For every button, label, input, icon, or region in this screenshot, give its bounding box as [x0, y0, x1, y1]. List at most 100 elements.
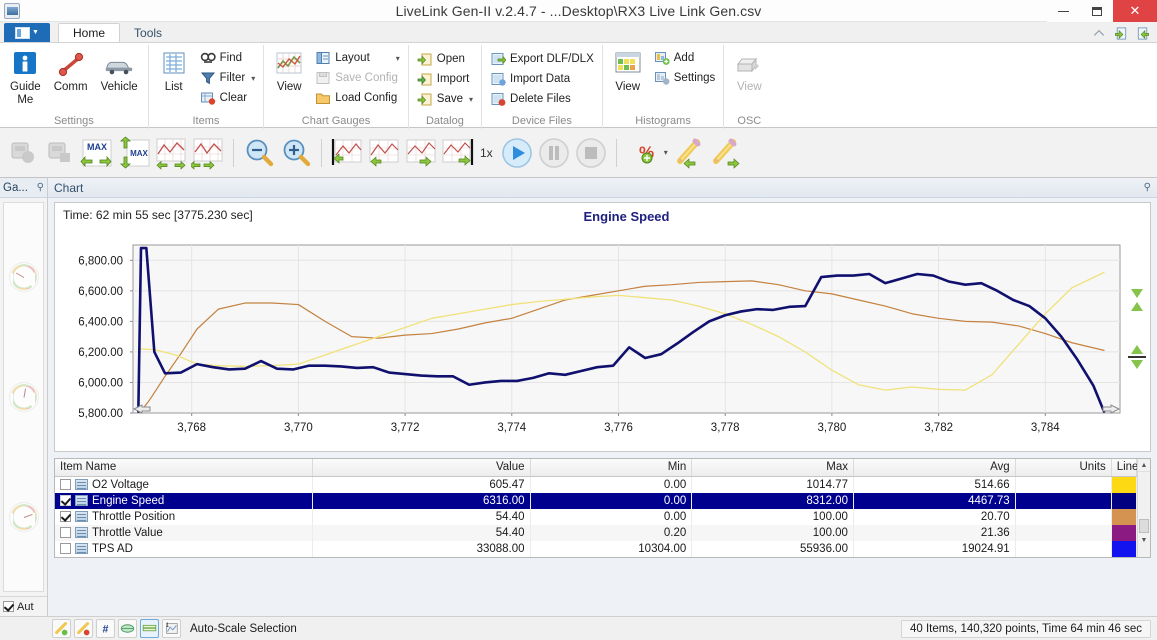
- histogram-settings-button[interactable]: Settings: [650, 68, 720, 88]
- scale-up-arrow-icon[interactable]: [1131, 302, 1143, 311]
- gauge-3[interactable]: [8, 502, 39, 532]
- zoom-out-icon[interactable]: [242, 136, 276, 170]
- save-config-button[interactable]: Save Config: [311, 68, 404, 88]
- application-menu-button[interactable]: ▼: [4, 23, 50, 42]
- column-header-min[interactable]: Min: [530, 459, 693, 477]
- load-config-button[interactable]: Load Config: [311, 88, 404, 108]
- column-header-name[interactable]: Item Name: [55, 459, 314, 477]
- scale-up-arrow-icon[interactable]: [1131, 345, 1143, 354]
- engine-speed-chart[interactable]: Engine Speed 5,800.00 6,000.00 6,200.00 6,40…: [55, 203, 1148, 451]
- osc-view-button[interactable]: View: [728, 48, 770, 95]
- scroll-down-arrow-icon[interactable]: ▼: [1138, 534, 1150, 547]
- list-button[interactable]: List: [153, 48, 195, 95]
- export-dlf-button[interactable]: Export DLF/DLX: [486, 49, 598, 69]
- filter-button[interactable]: Filter ▾: [196, 68, 260, 88]
- add-histogram-button[interactable]: Add: [650, 48, 720, 68]
- row-checkbox[interactable]: [60, 543, 71, 554]
- table-row[interactable]: Engine Speed 6316.00 0.00 8312.00 4467.73: [55, 492, 1138, 509]
- vscale-up-control[interactable]: [1127, 287, 1147, 313]
- open-button[interactable]: Open: [413, 49, 477, 69]
- scroll-up-arrow-icon[interactable]: ▲: [1138, 459, 1150, 472]
- gauge-2[interactable]: [8, 382, 39, 412]
- histogram-view-button[interactable]: View: [607, 48, 649, 95]
- chart-container[interactable]: Time: 62 min 55 sec [3775.230 sec] Engin…: [54, 202, 1151, 452]
- cell-line-color[interactable]: [1111, 540, 1138, 557]
- pause-button[interactable]: [537, 136, 571, 170]
- cell-line-color[interactable]: [1111, 524, 1138, 541]
- line-color-swatch[interactable]: [1111, 492, 1136, 509]
- row-checkbox[interactable]: [60, 495, 71, 506]
- play-button[interactable]: [500, 136, 534, 170]
- clear-button[interactable]: Clear: [196, 88, 260, 108]
- column-header-line[interactable]: Line: [1111, 459, 1138, 477]
- guide-me-button[interactable]: Guide Me: [4, 48, 47, 108]
- delete-files-button[interactable]: Delete Files: [486, 89, 598, 109]
- import-button[interactable]: Import: [413, 69, 477, 89]
- chart-pan-left-right-icon[interactable]: [154, 136, 188, 170]
- minimize-button[interactable]: [1047, 0, 1080, 22]
- percent-icon[interactable]: %: [625, 136, 659, 170]
- stop-record-disabled-icon[interactable]: [43, 136, 77, 170]
- scale-down-arrow-icon[interactable]: [1131, 289, 1143, 298]
- zoom-in-icon[interactable]: [279, 136, 313, 170]
- import-data-button[interactable]: Import Data: [486, 69, 598, 89]
- max-left-right-icon[interactable]: MAX: [80, 136, 114, 170]
- table-row[interactable]: Throttle Position 54.40 0.00 100.00 20.70: [55, 508, 1138, 525]
- max-up-down-icon[interactable]: MAX: [117, 135, 151, 170]
- row-checkbox[interactable]: [60, 527, 71, 538]
- chevron-down-icon[interactable]: ▾: [664, 148, 668, 157]
- line-color-swatch[interactable]: [1111, 524, 1136, 541]
- y-tick-label: 6,400.00: [78, 316, 123, 328]
- column-header-units[interactable]: Units: [1015, 459, 1112, 477]
- save-button[interactable]: Save ▾: [413, 89, 477, 109]
- gauge-1[interactable]: [8, 262, 39, 292]
- edit-forward-icon[interactable]: [708, 136, 742, 170]
- import-icon[interactable]: [1113, 26, 1129, 41]
- cell-line-color[interactable]: [1111, 476, 1138, 493]
- chart-marker-right-icon[interactable]: [404, 136, 438, 170]
- table-row[interactable]: Throttle Value 54.40 0.20 100.00 21.36: [55, 524, 1138, 541]
- pin-icon[interactable]: ⚲: [1144, 182, 1151, 193]
- table-row[interactable]: TPS AD 33088.00 10304.00 55936.00 19024.91: [55, 540, 1138, 557]
- table-row[interactable]: O2 Voltage 605.47 0.00 1014.77 514.66: [55, 476, 1138, 493]
- line-color-swatch[interactable]: [1111, 476, 1136, 493]
- row-checkbox[interactable]: [60, 479, 71, 490]
- stop-button[interactable]: [574, 136, 608, 170]
- chevron-down-icon[interactable]: ▾: [469, 95, 473, 104]
- chart-marker-start-icon[interactable]: [330, 136, 364, 170]
- help-icon[interactable]: [1091, 26, 1107, 41]
- edit-back-icon[interactable]: [671, 136, 705, 170]
- find-button[interactable]: Find: [196, 48, 260, 68]
- vscale-down-control[interactable]: [1127, 343, 1147, 371]
- chart-pan-right-left-icon[interactable]: [189, 136, 225, 170]
- chart-marker-left-icon[interactable]: [367, 136, 401, 170]
- playback-speed-label[interactable]: 1x: [480, 146, 493, 160]
- scrollbar-thumb[interactable]: [1139, 519, 1149, 533]
- export-icon[interactable]: [1135, 26, 1151, 41]
- chart-marker-end-icon[interactable]: [441, 136, 475, 170]
- tab-tools[interactable]: Tools: [120, 23, 177, 42]
- y-tick-label: 6,800.00: [78, 255, 123, 267]
- row-checkbox[interactable]: [60, 511, 71, 522]
- chart-view-button[interactable]: View: [268, 48, 310, 95]
- comm-button[interactable]: Comm: [48, 48, 94, 95]
- column-header-avg[interactable]: Avg: [853, 459, 1016, 477]
- tab-home[interactable]: Home: [58, 23, 121, 42]
- items-table[interactable]: Item Name Value Min Max Avg Units Line O…: [54, 458, 1151, 558]
- maximize-button[interactable]: [1080, 0, 1113, 22]
- column-header-value[interactable]: Value: [312, 459, 531, 477]
- chevron-down-icon[interactable]: ▾: [396, 54, 400, 63]
- vehicle-button[interactable]: Vehicle: [95, 48, 144, 95]
- record-disabled-icon[interactable]: [6, 136, 40, 170]
- cell-line-color[interactable]: [1111, 508, 1138, 525]
- layout-button[interactable]: Layout ▾: [311, 48, 404, 68]
- pin-icon[interactable]: ⚲: [37, 182, 44, 193]
- line-color-swatch[interactable]: [1111, 508, 1136, 525]
- scale-down-arrow-icon[interactable]: [1131, 360, 1143, 369]
- table-scrollbar[interactable]: ▲ ▼: [1137, 459, 1150, 557]
- close-button[interactable]: ✕: [1113, 0, 1157, 22]
- column-header-max[interactable]: Max: [691, 459, 854, 477]
- gauges-auto-checkbox[interactable]: [3, 601, 14, 612]
- cell-line-color[interactable]: [1111, 492, 1138, 509]
- line-color-swatch[interactable]: [1111, 540, 1136, 557]
